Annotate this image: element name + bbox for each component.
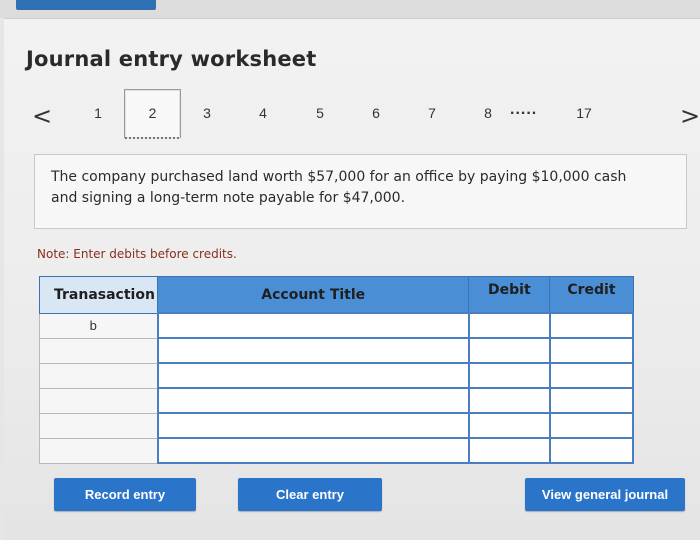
chevron-right-icon[interactable]: > — [680, 102, 700, 130]
table-row — [38, 437, 635, 464]
page-4[interactable]: 4 — [253, 105, 273, 121]
page-8[interactable]: 8 — [478, 105, 498, 121]
account-title-input[interactable] — [156, 412, 470, 439]
transaction-cell — [38, 337, 159, 364]
debit-input[interactable] — [467, 387, 551, 414]
page-5[interactable]: 5 — [310, 105, 330, 121]
account-title-input[interactable] — [156, 362, 470, 389]
transaction-cell — [38, 362, 159, 389]
chevron-left-icon[interactable]: < — [32, 102, 52, 130]
record-entry-button[interactable]: Record entry — [54, 478, 196, 511]
debit-input[interactable] — [467, 337, 551, 364]
table-row — [38, 412, 635, 439]
account-title-input[interactable] — [156, 437, 470, 464]
table-header-row: Tranasaction Account Title Debit Credit — [38, 276, 634, 314]
page-6[interactable]: 6 — [366, 105, 386, 121]
table-row — [38, 337, 635, 364]
transaction-cell — [38, 387, 159, 414]
view-general-journal-button[interactable]: View general journal — [525, 478, 685, 511]
column-header-transaction: Tranasaction — [38, 276, 159, 314]
account-title-input[interactable] — [156, 337, 470, 364]
debit-input[interactable] — [467, 312, 551, 339]
debit-input[interactable] — [467, 412, 551, 439]
pagination: < 1 2 3 4 5 6 7 8 ..... 17 > — [4, 89, 700, 157]
credit-input[interactable] — [548, 437, 635, 464]
table-row: b — [38, 312, 635, 339]
credit-input[interactable] — [548, 387, 635, 414]
current-page-indicator — [125, 137, 180, 139]
credit-input[interactable] — [548, 312, 635, 339]
debit-input[interactable] — [467, 437, 551, 464]
page-7[interactable]: 7 — [422, 105, 442, 121]
credit-input[interactable] — [548, 337, 635, 364]
column-header-account-title: Account Title — [157, 276, 470, 314]
page-1[interactable]: 1 — [88, 105, 108, 121]
column-header-debit: Debit — [468, 276, 551, 314]
instruction-note: Note: Enter debits before credits. — [37, 247, 237, 261]
transaction-cell — [38, 412, 159, 439]
worksheet-panel: Journal entry worksheet < 1 2 3 4 5 6 7 … — [4, 18, 700, 540]
credit-input[interactable] — [548, 412, 635, 439]
transaction-label: b — [89, 318, 97, 333]
account-title-input[interactable] — [156, 387, 470, 414]
pagination-ellipsis: ..... — [510, 101, 538, 118]
question-prompt-box: The company purchased land worth $57,000… — [34, 154, 687, 229]
account-title-input[interactable] — [156, 312, 470, 339]
page-2-current[interactable]: 2 — [124, 89, 181, 139]
clear-entry-button[interactable]: Clear entry — [238, 478, 382, 511]
page-17[interactable]: 17 — [574, 105, 594, 121]
transaction-cell: b — [38, 312, 159, 339]
page-2-label: 2 — [148, 105, 157, 121]
table-row — [38, 387, 635, 414]
top-tab[interactable] — [16, 0, 156, 10]
column-header-credit: Credit — [549, 276, 634, 314]
page-title: Journal entry worksheet — [26, 47, 317, 71]
question-prompt: The company purchased land worth $57,000… — [51, 169, 627, 206]
credit-input[interactable] — [548, 362, 635, 389]
top-strip — [0, 0, 700, 18]
journal-entry-table: Tranasaction Account Title Debit Credit … — [38, 276, 635, 464]
debit-input[interactable] — [467, 362, 551, 389]
transaction-cell — [38, 437, 159, 464]
table-row — [38, 362, 635, 389]
page-3[interactable]: 3 — [197, 105, 217, 121]
